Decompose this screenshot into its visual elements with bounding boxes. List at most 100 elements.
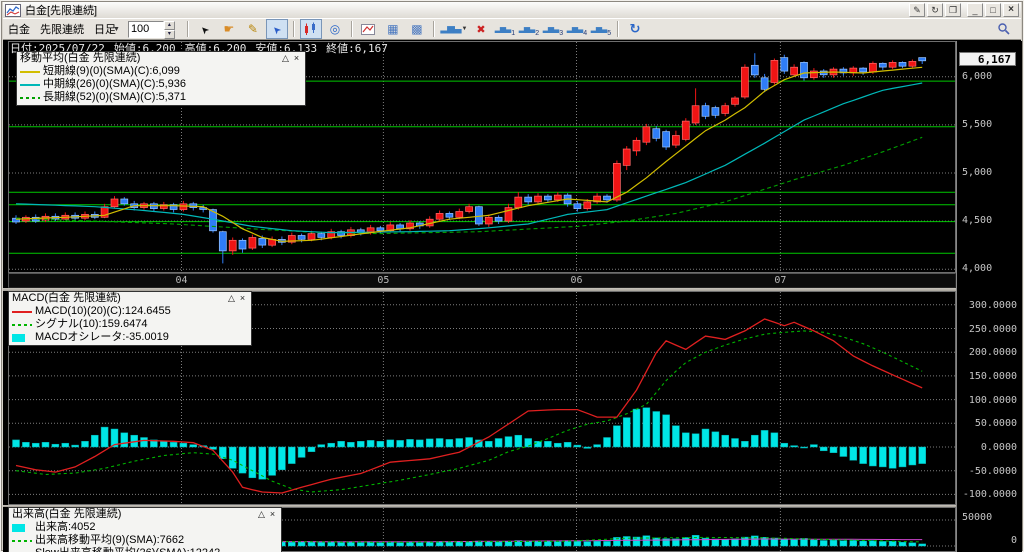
legend-close-button[interactable]: × bbox=[237, 292, 248, 305]
mini-chart-icon: ▂▅▃ bbox=[519, 25, 534, 33]
price-tick: 4,000 bbox=[962, 263, 992, 274]
legend-label: 出来高移動平均(9)(SMA):7662 bbox=[35, 534, 184, 547]
legend-collapse-button[interactable]: △ bbox=[256, 508, 267, 521]
draw-tool-button[interactable]: ✎ bbox=[242, 19, 264, 39]
macd-tick: 0.0000 bbox=[981, 442, 1017, 453]
new-chart-panel-button[interactable] bbox=[358, 19, 380, 39]
grid-icon: ▦ bbox=[387, 22, 398, 36]
remove-indicator-button[interactable]: ✖ bbox=[470, 19, 492, 39]
mini-chart-icon: ▂▅▃ bbox=[567, 25, 582, 33]
mini-chart-icon: ▂▅▃ bbox=[543, 25, 558, 33]
study-number: 3 bbox=[559, 30, 563, 38]
close-button[interactable]: × bbox=[1003, 3, 1019, 17]
legend-collapse-button[interactable]: △ bbox=[226, 292, 237, 305]
legend-row: 短期線(9)(0)(SMA)(C):6,099 bbox=[18, 65, 304, 78]
study-2-button[interactable]: ▂▅▃2 bbox=[518, 19, 540, 39]
legend-swatch bbox=[12, 311, 32, 313]
pen-icon[interactable]: ✎ bbox=[909, 3, 925, 17]
info-close: 終値:6,167 bbox=[326, 42, 388, 55]
legend-swatch bbox=[20, 97, 40, 99]
macd-tick: 300.0000 bbox=[969, 300, 1017, 311]
candle-settings-button[interactable] bbox=[300, 19, 322, 39]
macd-tick: 150.0000 bbox=[969, 371, 1017, 382]
macd-legend[interactable]: MACD(白金 先限連続)△×MACD(10)(20)(C):124.6455シ… bbox=[8, 291, 252, 346]
indicator-dropdown-button[interactable]: ▂▅▃ ▼ bbox=[440, 19, 468, 39]
volume-legend[interactable]: 出来高(白金 先限連続) △× 出来高:4052出来高移動平均(9)(SMA):76… bbox=[8, 507, 282, 552]
legend-row: Slow出来高移動平均(26)(SMA):12242 bbox=[10, 547, 280, 552]
macd-tick: 50.0000 bbox=[975, 418, 1017, 429]
timeframe-dropdown-icon[interactable]: ▼ bbox=[113, 26, 120, 33]
cursor-icon: ➤ bbox=[198, 22, 212, 36]
mini-chart-icon: ▂▅▃ bbox=[591, 25, 606, 33]
legend-swatch bbox=[20, 71, 40, 73]
macd-tick: 100.0000 bbox=[969, 395, 1017, 406]
refresh-icon: ↻ bbox=[629, 21, 640, 37]
bar-count-input[interactable]: 100 bbox=[128, 21, 164, 38]
macd-tick: 250.0000 bbox=[969, 324, 1017, 335]
maximize-button[interactable]: □ bbox=[985, 3, 1001, 17]
instrument-label[interactable]: 白金 bbox=[8, 21, 30, 37]
last-price-badge: 6,167 bbox=[959, 52, 1016, 66]
crosshair-cursor-icon: ➤ bbox=[270, 22, 284, 36]
study-number: 1 bbox=[511, 30, 515, 38]
price-tick: 6,000 bbox=[962, 71, 992, 82]
chart-client-area: 日付:2025/07/22始値:6,200高値:6,200安値:6,133終値:… bbox=[3, 40, 1021, 552]
legend-row: 出来高:4052 bbox=[10, 521, 280, 534]
legend-label: 短期線(9)(0)(SMA)(C):6,099 bbox=[43, 65, 180, 78]
toolbar-separator bbox=[187, 21, 189, 37]
titlebar[interactable]: 白金[先限連続] ✎ ↻ ❐ _ □ × bbox=[3, 2, 1021, 18]
spin-up-icon[interactable]: ▴ bbox=[164, 21, 175, 30]
study-number: 4 bbox=[583, 30, 587, 38]
select-tool-button[interactable]: ➤ bbox=[194, 19, 216, 39]
toolbar-separator bbox=[351, 21, 353, 37]
month-label: 04 bbox=[173, 275, 191, 286]
dense-grid-view-button[interactable]: ▩ bbox=[406, 19, 428, 39]
legend-close-button[interactable]: × bbox=[291, 52, 302, 65]
legend-swatch bbox=[12, 540, 32, 542]
minimize-button[interactable]: _ bbox=[967, 3, 983, 17]
month-label: 07 bbox=[771, 275, 789, 286]
histogram-icon: ▂▅▃ bbox=[440, 25, 460, 33]
bar-count-stepper[interactable]: ▴ ▾ bbox=[164, 21, 175, 38]
compass-icon: ◎ bbox=[330, 22, 340, 36]
study-5-button[interactable]: ▂▅▃5 bbox=[590, 19, 612, 39]
legend-label: シグナル(10):159.6474 bbox=[35, 318, 148, 331]
candlestick-icon bbox=[303, 22, 318, 36]
study-4-button[interactable]: ▂▅▃4 bbox=[566, 19, 588, 39]
volume-tick: 0 bbox=[1011, 535, 1017, 546]
chart-window-icon bbox=[5, 4, 21, 17]
legend-swatch bbox=[12, 524, 25, 532]
legend-label: Slow出来高移動平均(26)(SMA):12242 bbox=[35, 547, 220, 552]
legend-label: 長期線(52)(0)(SMA)(C):5,371 bbox=[43, 91, 186, 104]
macd-tick: -100.0000 bbox=[963, 489, 1017, 500]
pan-tool-button[interactable]: ☛ bbox=[218, 19, 240, 39]
ma-legend[interactable]: 移動平均(白金 先限連続)△×短期線(9)(0)(SMA)(C):6,099中期… bbox=[16, 51, 306, 106]
price-tick: 4,500 bbox=[962, 215, 992, 226]
study-3-button[interactable]: ▂▅▃3 bbox=[542, 19, 564, 39]
grid-view-button[interactable]: ▦ bbox=[382, 19, 404, 39]
contract-label[interactable]: 先限連続 bbox=[40, 21, 84, 37]
price-tick: 5,500 bbox=[962, 119, 992, 130]
legend-title: 出来高(白金 先限連続) bbox=[12, 508, 242, 521]
toolbar-separator bbox=[433, 21, 435, 37]
macd-tick: -50.0000 bbox=[969, 466, 1017, 477]
hand-icon: ☛ bbox=[224, 22, 235, 36]
app-window: 白金[先限連続] ✎ ↻ ❐ _ □ × 白金 先限連続 日足 ▼ 100 ▴ … bbox=[0, 0, 1024, 552]
legend-collapse-button[interactable]: △ bbox=[280, 52, 291, 65]
dense-grid-icon: ▩ bbox=[411, 22, 422, 36]
study-1-button[interactable]: ▂▅▃1 bbox=[494, 19, 516, 39]
compass-tool-button[interactable]: ◎ bbox=[324, 19, 346, 39]
price-axis: 6,167 6,0005,5005,0004,5004,000300.00002… bbox=[956, 41, 1022, 552]
zoom-search-button[interactable] bbox=[993, 19, 1015, 39]
crosshair-tool-button[interactable]: ➤ bbox=[266, 19, 288, 39]
legend-close-button[interactable]: × bbox=[267, 508, 278, 521]
spin-down-icon[interactable]: ▾ bbox=[164, 30, 175, 39]
copy-icon[interactable]: ❐ bbox=[945, 3, 961, 17]
legend-swatch bbox=[12, 334, 25, 342]
refresh-button[interactable]: ↻ bbox=[624, 19, 646, 39]
legend-label: 出来高:4052 bbox=[35, 521, 96, 534]
toolbar-separator bbox=[293, 21, 295, 37]
mini-chart-icon: ▂▅▃ bbox=[495, 25, 510, 33]
legend-swatch bbox=[20, 84, 40, 86]
rotate-icon[interactable]: ↻ bbox=[927, 3, 943, 17]
